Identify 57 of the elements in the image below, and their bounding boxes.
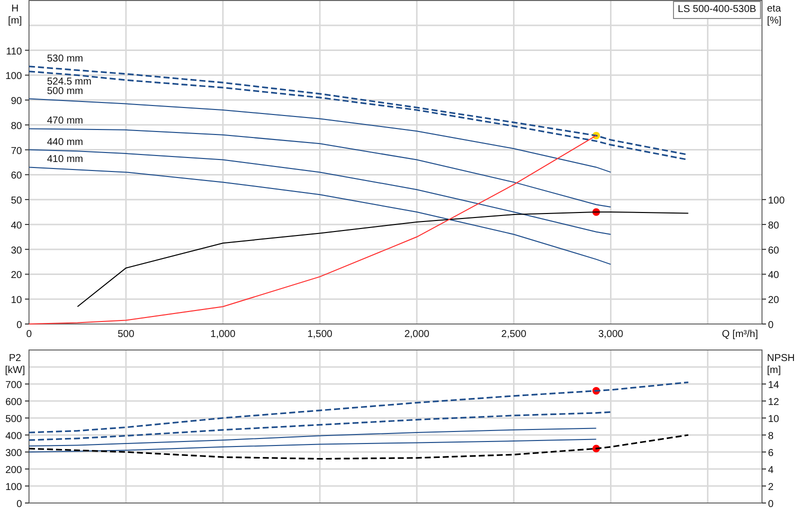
y-tick-label: 300 [5,448,22,459]
y2-axis-unit: [m] [767,365,781,376]
y2-tick-label: 2 [768,482,774,493]
x-tick-label: 0 [26,329,32,340]
x-tick-label: 2,500 [501,329,526,340]
y2-tick-label: 12 [768,397,780,408]
y-tick-label: 0 [16,499,22,510]
y-tick-label: 700 [5,380,22,391]
y-tick-label: 200 [5,465,22,476]
y-tick-label: 10 [10,295,22,306]
curve-label: 530 mm [47,53,84,64]
y-tick-label: 70 [10,146,22,157]
y2-tick-label: 6 [768,448,774,459]
y2-axis-unit: [%] [767,16,782,26]
y2-tick-label: 100 [768,196,785,207]
y-tick-label: 40 [10,220,22,232]
y2-tick-label: 40 [768,270,780,282]
y2-tick-label: 80 [768,220,780,232]
y-tick-label: 100 [5,482,22,493]
curve-label: 524.5 mm [47,76,92,88]
x-tick-label: 1,000 [210,329,236,340]
y-tick-label: 50 [10,196,22,207]
y-tick-label: 110 [6,46,22,58]
y-axis-label: H [11,4,19,14]
y-tick-label: 20 [10,270,22,282]
curve-label: 440 mm [47,136,84,148]
curve-label: 500 mm [47,86,84,97]
x-tick-label: 1,500 [307,329,332,340]
y2-tick-label: 10 [768,414,780,425]
y-tick-label: 90 [10,96,22,108]
y2-tick-label: 0 [768,499,774,510]
y-tick-label: 30 [10,245,22,256]
y-tick-label: 0 [16,320,22,331]
y-axis-label: P2 [8,353,22,364]
y-tick-label: 100 [5,71,22,82]
y2-tick-label: 4 [768,465,774,476]
y2-tick-label: 14 [768,380,780,391]
curve-label: 470 mm [47,116,84,127]
y-tick-label: 400 [5,431,22,442]
y2-tick-label: 60 [768,245,780,256]
y2-tick-label: 20 [768,295,780,306]
y-tick-label: 80 [10,120,22,132]
x-axis-label: Q [m³/h] [722,329,758,340]
y2-tick-label: 8 [768,431,774,442]
y-tick-label: 60 [10,170,22,182]
x-tick-label: 2,000 [404,329,430,340]
y-axis-unit: [m] [8,16,22,26]
y2-axis-label: NPSH [767,353,795,364]
curve-label: 410 mm [47,154,84,166]
x-tick-label: 500 [118,329,134,340]
x-tick-label: 3,000 [598,329,624,340]
y-axis-unit: [kW] [5,365,25,376]
y2-tick-label: 0 [768,320,774,331]
model-label: LS 500-400-530B [673,1,761,19]
y-tick-label: 600 [5,397,22,408]
y-tick-label: 500 [5,414,22,425]
y2-axis-label: eta [767,4,781,14]
